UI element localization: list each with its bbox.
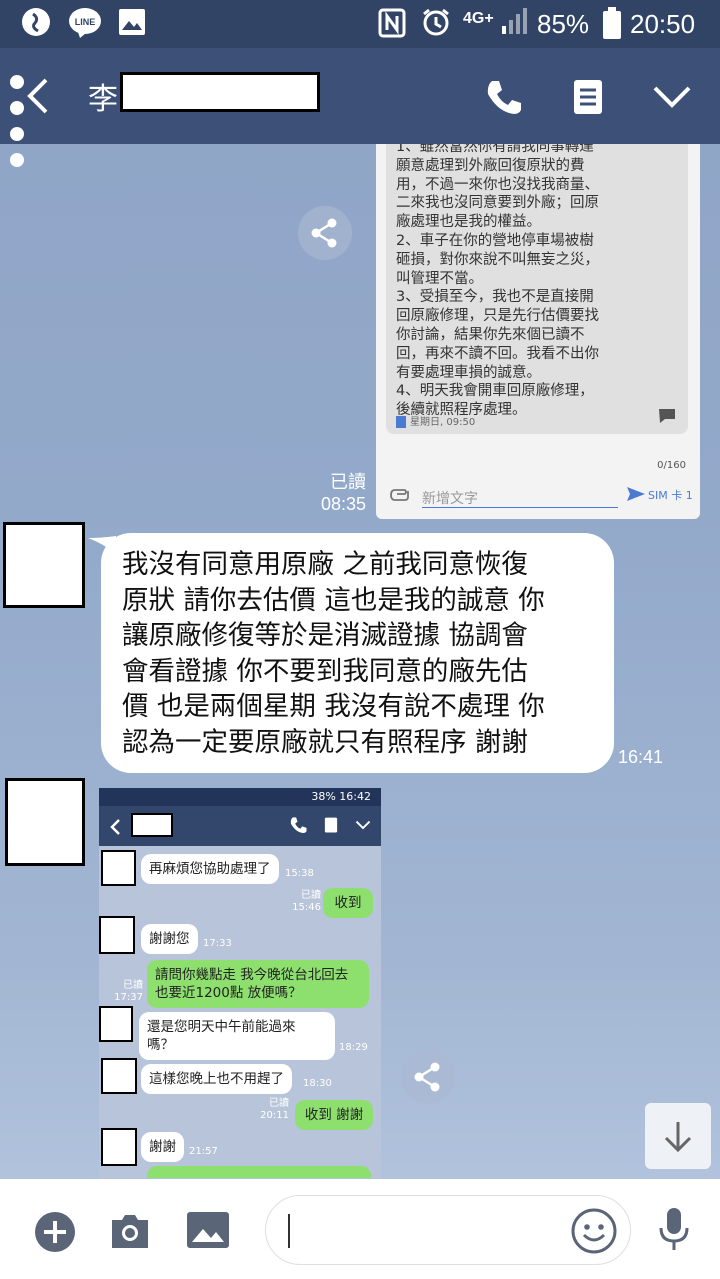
scroll-down-button[interactable] (645, 1103, 711, 1169)
inner-read: 已讀 (123, 980, 143, 991)
notes-icon[interactable] (572, 78, 604, 120)
chevron-down-icon[interactable] (652, 84, 692, 114)
incoming-message-bubble[interactable]: 我沒有同意用原廠 之前我同意恢復 原狀 請你去估價 這也是我的誠意 你 讓原廠修… (101, 533, 614, 773)
arrow-down-icon (664, 1122, 692, 1153)
inner-message-time: 15:38 (285, 868, 314, 879)
inner-message: 收到 (323, 888, 373, 918)
inner-message-time: 18:29 (339, 1042, 368, 1053)
inner-avatar (101, 850, 136, 886)
signal-icon (500, 8, 530, 43)
inner-notes-icon (324, 817, 338, 833)
inner-header (99, 806, 381, 846)
char-count: 0/160 (657, 460, 686, 471)
sms-timestamp-row: 星期日, 09:50 (396, 414, 475, 433)
nfc-icon (378, 8, 406, 45)
svg-text:LINE: LINE (75, 17, 96, 27)
attach-icon[interactable] (390, 486, 410, 505)
microphone-icon[interactable] (658, 1206, 690, 1258)
image-icon[interactable] (185, 1210, 231, 1254)
inner-status-bar: 38% 16:42 (99, 788, 381, 806)
inner-message: 請問你幾點走 我今晚從台北回去 也要近1200點 放便嗎？ (147, 960, 369, 1008)
inner-back-icon (110, 819, 120, 835)
inner-chevron-icon (355, 820, 371, 830)
redacted-name-box (120, 72, 320, 112)
sim-icon (396, 416, 406, 428)
inner-message-time: 21:57 (189, 1146, 218, 1157)
text-cursor (288, 1214, 290, 1248)
avatar[interactable] (5, 778, 85, 866)
line-app-icon: LINE (68, 6, 102, 45)
sim-label: SIM 卡 1 (648, 489, 693, 502)
battery-icon (603, 7, 621, 46)
sms-message-text: 1、雖然當然你有請我同事轉達 願意處理到外廠回復原狀的費 用，不過一來你也沒找我… (396, 144, 599, 419)
contact-name[interactable]: 李 (88, 74, 118, 118)
emoji-icon[interactable] (571, 1208, 617, 1258)
inner-message-time: 18:30 (303, 1078, 332, 1089)
status-bar: LINE 4G+ 85% 20:50 (0, 0, 720, 48)
sms-timestamp: 星期日, 09:50 (410, 417, 476, 428)
inner-message-time: 17:33 (203, 938, 232, 949)
inner-read: 已讀 (301, 890, 321, 901)
read-receipt: 已讀 (330, 472, 366, 492)
inner-read: 已讀 (269, 1098, 289, 1109)
message-icon (658, 408, 676, 430)
share-button[interactable] (401, 1050, 455, 1104)
sent-time: 08:35 (320, 494, 366, 514)
network-type: 4G+ (463, 10, 494, 27)
inner-avatar (101, 1058, 137, 1094)
battery-percent: 85% (537, 9, 590, 39)
chat-header: 李 (0, 48, 720, 144)
inner-avatar (99, 1006, 133, 1042)
chat-screenshot-image[interactable]: 38% 16:42 再麻煩您協助處理了 15:38 已讀 15:46 收到 謝謝… (99, 788, 381, 1178)
sms-screenshot-image[interactable]: 1、雖然當然你有請我同事轉達 願意處理到外廠回復原狀的費 用，不過一來你也沒找我… (376, 144, 700, 519)
avatar[interactable] (3, 522, 85, 608)
back-arrow-icon[interactable] (24, 76, 52, 120)
inner-message-time: 17:37 (114, 992, 143, 1003)
phone-icon[interactable] (484, 78, 522, 120)
share-button[interactable] (298, 206, 352, 260)
sms-input-field[interactable]: 新增文字 (422, 484, 618, 508)
inner-message: 謝謝您 (141, 924, 198, 954)
inner-avatar (101, 1128, 137, 1166)
add-icon[interactable] (34, 1211, 76, 1257)
inner-message: 還是您明天中午前能過來 嗎？ (139, 1012, 335, 1060)
sms-message-bubble: 1、雖然當然你有請我同事轉達 願意處理到外廠回復原狀的費 用，不過一來你也沒找我… (386, 144, 688, 434)
message-input-bar (0, 1179, 720, 1279)
inner-status-text: 38% 16:42 (311, 790, 371, 803)
inner-message: 謝謝 (141, 1132, 184, 1162)
inner-redacted-name (131, 813, 173, 837)
gallery-notification-icon (118, 8, 146, 43)
alarm-icon (420, 6, 452, 45)
inner-avatar (99, 916, 135, 954)
floating-dots-icon (8, 74, 28, 178)
app-notification-icon (20, 6, 52, 45)
message-time: 16:41 (618, 747, 664, 767)
send-icon[interactable] (626, 486, 646, 506)
inner-message-time: 15:46 (292, 902, 321, 913)
inner-message: 這樣您晚上也不用趕了 (141, 1064, 292, 1094)
camera-icon[interactable] (108, 1212, 152, 1254)
inner-message-time: 20:11 (260, 1110, 289, 1121)
clock: 20:50 (630, 9, 696, 39)
inner-phone-icon (290, 817, 307, 834)
inner-message: 收到 謝謝 (295, 1100, 373, 1130)
inner-message-cut (147, 1166, 371, 1178)
inner-message: 再麻煩您協助處理了 (141, 854, 279, 884)
